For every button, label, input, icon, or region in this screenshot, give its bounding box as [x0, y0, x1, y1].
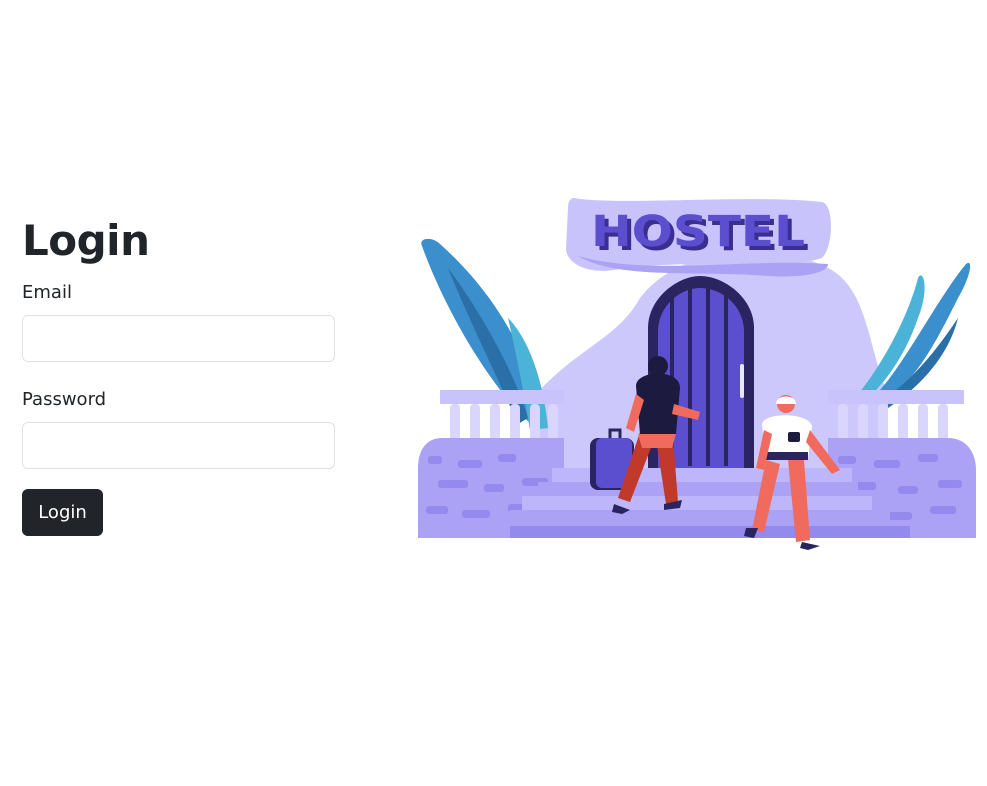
login-button[interactable]: Login — [22, 489, 103, 536]
entrance-steps — [510, 468, 910, 538]
password-field[interactable] — [22, 422, 335, 469]
page-title: Login — [22, 216, 150, 265]
svg-text:HOSTEL: HOSTEL — [591, 207, 805, 257]
email-label: Email — [22, 282, 72, 303]
hostel-illustration: HOSTEL HOSTEL — [418, 198, 976, 550]
email-field[interactable] — [22, 315, 335, 362]
right-leaves-icon — [858, 262, 971, 408]
password-label: Password — [22, 389, 107, 410]
